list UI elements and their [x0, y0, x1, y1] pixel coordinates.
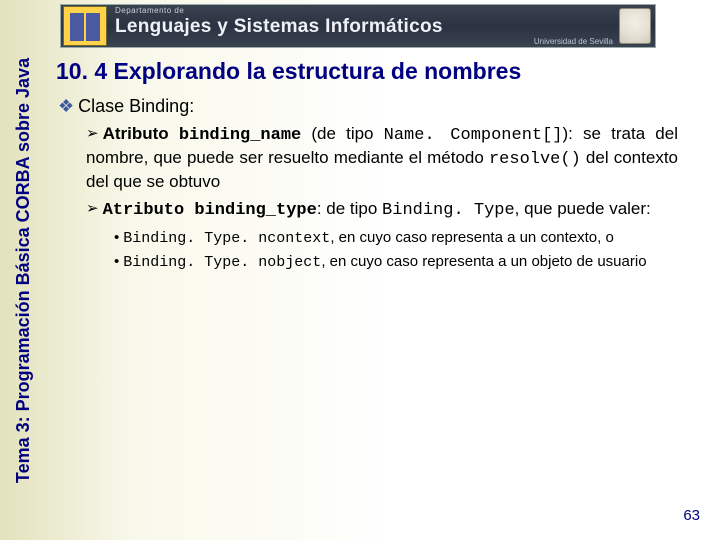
slide: Departamento de Lenguajes y Sistemas Inf…	[0, 0, 720, 540]
page-number: 63	[683, 507, 700, 524]
bullet-lvl1: ❖Clase Binding:	[58, 96, 678, 117]
attr1-code1: binding_name	[179, 126, 301, 145]
banner-title: Lenguajes y Sistemas Informáticos	[115, 17, 619, 36]
side-label-text: Tema 3: Programación Básica CORBA sobre …	[14, 57, 35, 482]
header-banner: Departamento de Lenguajes y Sistemas Inf…	[60, 4, 656, 48]
side-label: Tema 3: Programación Básica CORBA sobre …	[4, 0, 44, 540]
arrow-bullet-icon: ➢	[86, 200, 99, 217]
attr1-code2: Name. Component[]	[384, 126, 563, 145]
attr2-code1: Atributo binding_type	[103, 201, 317, 220]
bullet-lvl2-attr2: ➢Atributo binding_type: de tipo Binding.…	[86, 198, 678, 222]
bullet-lvl3-opt2: •Binding. Type. nobject, en cuyo caso re…	[114, 252, 678, 272]
bullet-lvl2-attr1: ➢Atributo binding_name (de tipo Name. Co…	[86, 123, 678, 192]
attr1-code3: resolve()	[489, 150, 581, 169]
banner-subtitle: Universidad de Sevilla	[115, 38, 619, 46]
university-crest-icon	[619, 8, 651, 44]
slide-body: ❖Clase Binding: ➢Atributo binding_name (…	[58, 92, 678, 276]
attr1-mid1: (de tipo	[301, 124, 383, 143]
arrow-bullet-icon: ➢	[86, 125, 99, 142]
banner-dept: Departamento de	[115, 7, 619, 15]
banner-text-block: Departamento de Lenguajes y Sistemas Inf…	[115, 7, 619, 46]
dot-bullet-icon: •	[114, 253, 119, 270]
dept-logo-icon	[63, 6, 107, 46]
diamond-bullet-icon: ❖	[58, 96, 74, 116]
attr2-code2: Binding. Type	[382, 201, 515, 220]
bullet-lvl3-opt1: •Binding. Type. ncontext, en cuyo caso r…	[114, 228, 678, 248]
opt2-code: Binding. Type. nobject	[123, 254, 321, 271]
attr2-mid1: : de tipo	[317, 199, 382, 218]
attr2-tail: , que puede valer:	[515, 199, 651, 218]
opt1-code: Binding. Type. ncontext	[123, 230, 330, 247]
dot-bullet-icon: •	[114, 229, 119, 246]
opt1-text: , en cuyo caso representa a un contexto,…	[330, 229, 614, 246]
slide-heading: 10. 4 Explorando la estructura de nombre…	[56, 58, 656, 85]
opt2-text: , en cuyo caso representa a un objeto de…	[321, 253, 646, 270]
lvl1-text: Clase Binding:	[78, 96, 194, 116]
attr1-lead: Atributo	[103, 124, 179, 143]
